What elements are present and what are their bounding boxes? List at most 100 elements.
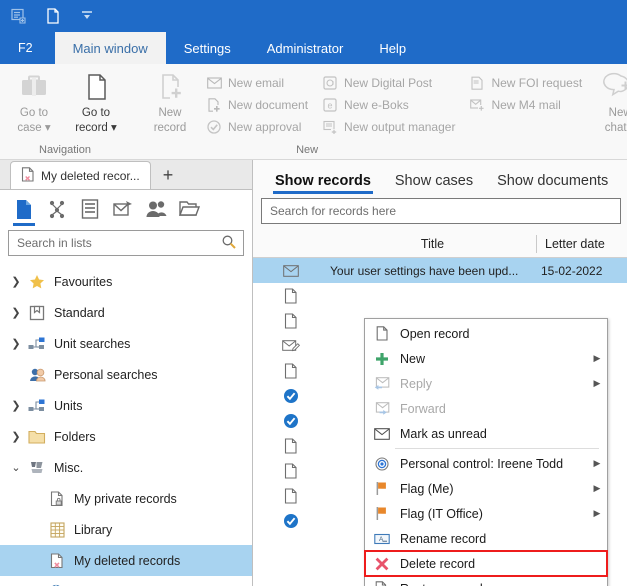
new-m4-mail-button[interactable]: New M4 mail bbox=[469, 96, 582, 114]
sidebar-item-library[interactable]: Library bbox=[0, 514, 252, 545]
new-foi-request-button[interactable]: New FOI request bbox=[469, 74, 582, 92]
person-search-icon bbox=[26, 367, 48, 383]
record-search-input[interactable] bbox=[268, 203, 614, 219]
document-icon bbox=[371, 325, 393, 343]
folders-icon[interactable] bbox=[177, 196, 201, 222]
records-icon[interactable] bbox=[12, 196, 36, 226]
documents-icon[interactable] bbox=[78, 196, 102, 222]
sidebar-item-unit-searches[interactable]: ❯ Unit searches bbox=[0, 328, 252, 359]
mail-icon bbox=[253, 264, 329, 277]
customize-dropdown-icon[interactable] bbox=[76, 5, 98, 27]
left-pane: My deleted recor... + Search in lists ❯ … bbox=[0, 160, 253, 586]
new-email-button[interactable]: New email bbox=[206, 74, 308, 92]
menu-item-new[interactable]: New ▶ bbox=[365, 346, 607, 371]
digital-post-icon bbox=[322, 75, 338, 91]
reply-icon bbox=[371, 375, 393, 393]
sidebar-item-units[interactable]: ❯ Units bbox=[0, 390, 252, 421]
new-group-column-2: New Digital Post e New e-Boks New output… bbox=[322, 70, 455, 136]
menu-item-rename-record[interactable]: A Rename record bbox=[365, 526, 607, 551]
tab-show-cases[interactable]: Show cases bbox=[383, 173, 485, 194]
menu-item-flag-it-office[interactable]: Flag (IT Office) ▶ bbox=[365, 501, 607, 526]
sidebar-item-folders-label: Folders bbox=[54, 429, 96, 444]
document-icon bbox=[253, 487, 329, 504]
go-to-case-label-2: case ▾ bbox=[17, 122, 51, 134]
menu-item-delete-record[interactable]: Delete record bbox=[364, 550, 608, 577]
row-title: Your user settings have been upd... bbox=[330, 263, 519, 278]
new-record-icon[interactable] bbox=[8, 5, 30, 27]
add-tab-button[interactable]: + bbox=[163, 165, 174, 189]
sidebar-item-favourites[interactable]: ❯ Favourites bbox=[0, 266, 252, 297]
sidebar-item-my-deleted-records[interactable]: My deleted records bbox=[0, 545, 252, 576]
ribbon-tab-main-window[interactable]: Main window bbox=[54, 32, 166, 64]
new-approval-button[interactable]: New approval bbox=[206, 118, 308, 136]
deleted-record-icon bbox=[46, 552, 68, 569]
menu-item-new-label: New bbox=[400, 351, 426, 366]
chevron-down-icon[interactable]: ⌄ bbox=[6, 461, 26, 474]
contacts-icon[interactable] bbox=[144, 196, 168, 222]
document-tab-my-deleted-records[interactable]: My deleted recor... bbox=[10, 161, 151, 189]
sidebar-item-my-private-records[interactable]: My private records bbox=[0, 483, 252, 514]
go-to-case-button[interactable]: Go to case ▾ bbox=[6, 70, 62, 135]
menu-item-personal-control[interactable]: Personal control: Ireene Todd ▶ bbox=[365, 451, 607, 476]
cases-icon[interactable] bbox=[45, 196, 69, 222]
table-row[interactable]: Your user settings have been upd... 15-0… bbox=[253, 258, 627, 283]
sidebar-item-search-all-over[interactable]: Search all over bbox=[0, 576, 252, 586]
chevron-right-icon[interactable]: ❯ bbox=[6, 275, 26, 288]
menu-item-mark-as-unread-label: Mark as unread bbox=[400, 426, 487, 441]
document-tab-bar: My deleted recor... + bbox=[0, 160, 252, 190]
new-output-manager-button[interactable]: New output manager bbox=[322, 118, 455, 136]
chevron-right-icon[interactable]: ❯ bbox=[6, 337, 26, 350]
library-icon bbox=[46, 521, 68, 538]
sidebar-item-my-deleted-records-label: My deleted records bbox=[74, 553, 181, 568]
new-group-column-3: New FOI request New M4 mail bbox=[469, 70, 582, 114]
menu-item-mark-as-unread[interactable]: Mark as unread bbox=[365, 421, 607, 446]
sidebar-item-personal-searches[interactable]: Personal searches bbox=[0, 359, 252, 390]
ribbon-tab-settings[interactable]: Settings bbox=[166, 32, 249, 64]
sidebar-item-personal-searches-label: Personal searches bbox=[54, 367, 158, 382]
new-chat-button[interactable]: New chat ▾ bbox=[592, 70, 627, 135]
requests-icon[interactable] bbox=[111, 196, 135, 222]
misc-icon bbox=[26, 460, 48, 476]
grid-header-letter-date[interactable]: Letter date bbox=[537, 237, 627, 251]
record-search[interactable] bbox=[261, 198, 621, 224]
new-document-button[interactable]: New document bbox=[206, 96, 308, 114]
ribbon-tab-bar: F2 Main window Settings Administrator He… bbox=[0, 32, 627, 64]
chevron-right-icon: ▶ bbox=[593, 378, 601, 388]
sidebar-item-standard[interactable]: ❯ Standard bbox=[0, 297, 252, 328]
chevron-right-icon[interactable]: ❯ bbox=[6, 306, 26, 319]
chevron-right-icon: ▶ bbox=[593, 353, 601, 363]
ribbon-tab-f2[interactable]: F2 bbox=[0, 32, 55, 64]
new-eboks-button[interactable]: e New e-Boks bbox=[322, 96, 455, 114]
search-icon[interactable] bbox=[221, 234, 237, 253]
chevron-right-icon[interactable]: ❯ bbox=[6, 399, 26, 412]
menu-item-flag-me[interactable]: Flag (Me) ▶ bbox=[365, 476, 607, 501]
menu-item-personal-control-label: Personal control: Ireene Todd bbox=[400, 456, 564, 471]
ribbon-group-navigation: Go to case ▾ Go to record ▾ Navigation bbox=[0, 64, 130, 159]
new-record-icon bbox=[153, 72, 187, 105]
table-row[interactable] bbox=[253, 283, 627, 308]
search-in-lists-input[interactable] bbox=[15, 235, 221, 251]
new-record-button[interactable]: New record bbox=[142, 70, 198, 135]
go-to-record-button[interactable]: Go to record ▾ bbox=[68, 70, 124, 135]
tab-show-documents[interactable]: Show documents bbox=[485, 173, 620, 194]
briefcase-icon bbox=[17, 72, 51, 105]
sidebar-item-misc[interactable]: ⌄ Misc. bbox=[0, 452, 252, 483]
grid-header-title[interactable]: Title bbox=[329, 237, 536, 251]
m4-mail-icon bbox=[469, 97, 485, 113]
sidebar-item-folders[interactable]: ❯ Folders bbox=[0, 421, 252, 452]
menu-item-restore-record[interactable]: Restore record bbox=[365, 576, 607, 586]
new-document-icon[interactable] bbox=[42, 5, 64, 27]
ribbon-tab-help[interactable]: Help bbox=[361, 32, 424, 64]
menu-item-reply: Reply ▶ bbox=[365, 371, 607, 396]
rename-icon: A bbox=[371, 530, 393, 548]
tab-show-records[interactable]: Show records bbox=[263, 173, 383, 194]
menu-item-open-record[interactable]: Open record bbox=[365, 321, 607, 346]
menu-item-restore-record-label: Restore record bbox=[400, 582, 591, 586]
plus-green-icon bbox=[371, 350, 393, 368]
new-digital-post-button[interactable]: New Digital Post bbox=[322, 74, 455, 92]
row-letter-date: 15-02-2022 bbox=[541, 263, 603, 278]
ribbon-tab-administrator[interactable]: Administrator bbox=[249, 32, 362, 64]
search-in-lists[interactable] bbox=[8, 230, 244, 256]
chevron-right-icon[interactable]: ❯ bbox=[6, 430, 26, 443]
private-record-icon bbox=[46, 490, 68, 507]
